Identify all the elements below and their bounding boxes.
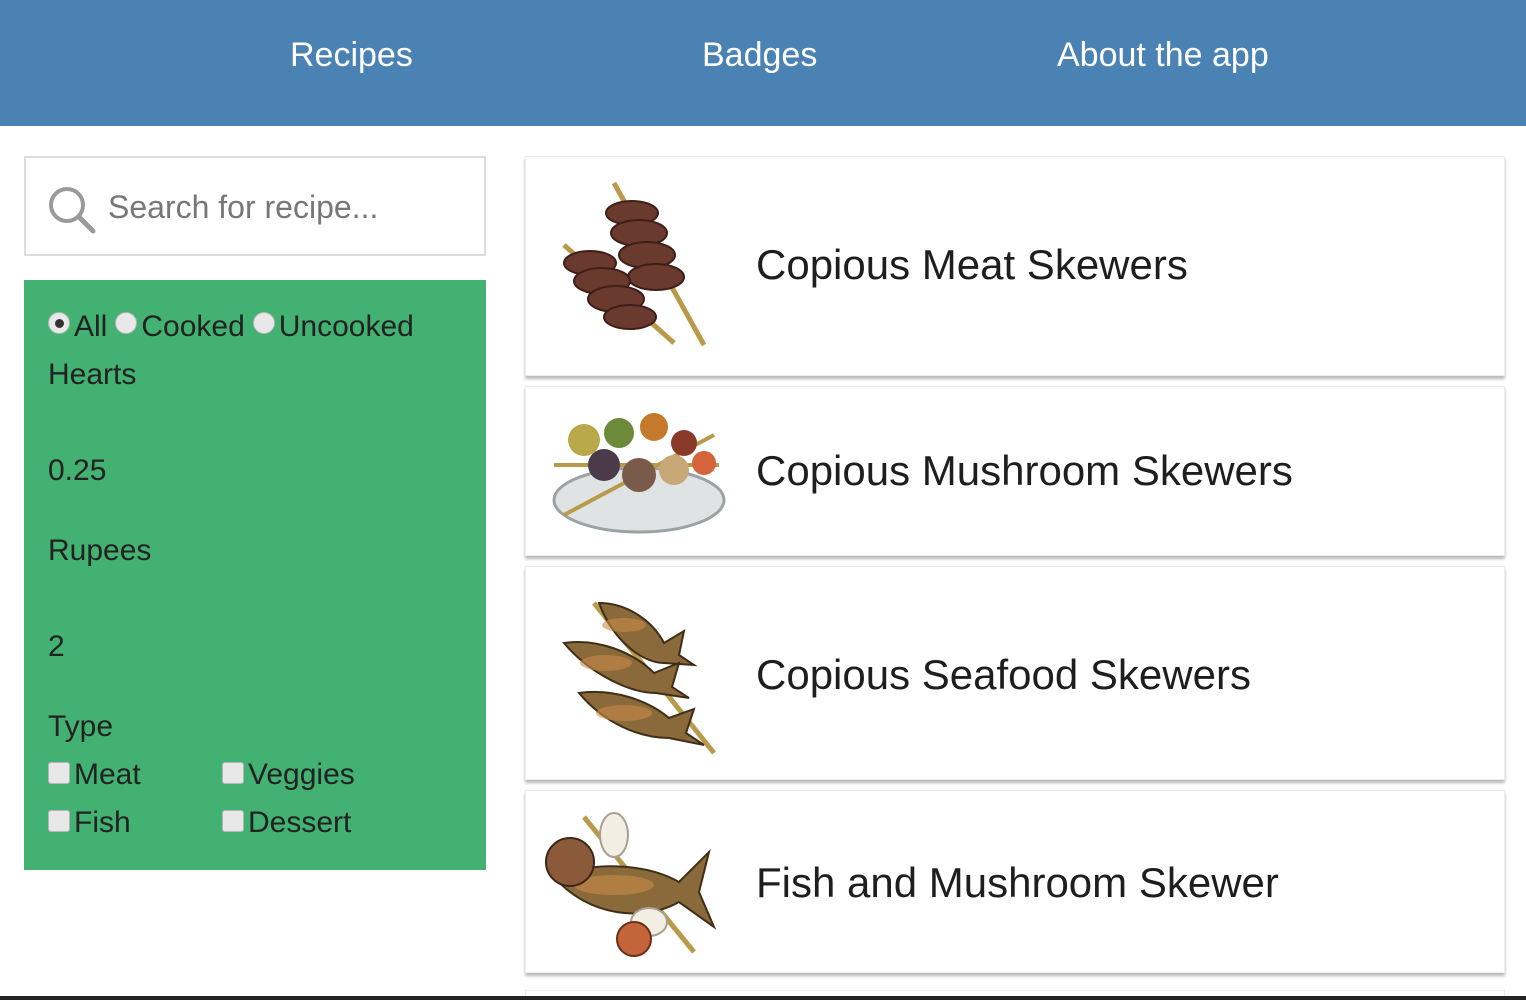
dessert-checkbox[interactable] — [222, 810, 244, 832]
radio-all[interactable] — [48, 312, 70, 334]
fish-checkbox[interactable] — [48, 810, 70, 832]
search-input[interactable] — [108, 186, 468, 228]
mushroom-skewers-image — [552, 413, 726, 534]
hearts-value: 0.25 — [48, 454, 107, 487]
radio-cooked[interactable] — [115, 312, 138, 334]
radio-uncooked[interactable] — [252, 312, 275, 334]
radio-all-label: All — [74, 310, 108, 343]
cooked-filter-radios: All Cooked Uncooked — [48, 310, 422, 344]
recipe-title: Copious Mushroom Skewers — [756, 447, 1293, 494]
window-bottom-border — [0, 996, 1526, 1000]
nav-recipes-link[interactable]: Recipes — [290, 36, 413, 75]
recipe-title: Copious Seafood Skewers — [756, 651, 1251, 698]
type-dessert-option[interactable]: Dessert — [222, 806, 351, 840]
type-veggies-option[interactable]: Veggies — [222, 758, 355, 792]
nav-about-link[interactable]: About the app — [1057, 36, 1269, 75]
type-label: Type — [48, 710, 114, 743]
hearts-label: Hearts — [48, 358, 137, 391]
seafood-skewers-image — [562, 601, 716, 755]
fish-label: Fish — [74, 806, 131, 839]
type-meat-option[interactable]: Meat — [48, 758, 141, 792]
radio-uncooked-label: Uncooked — [278, 310, 414, 343]
search-icon — [49, 187, 96, 234]
search-box — [24, 156, 486, 256]
type-fish-option[interactable]: Fish — [48, 806, 131, 840]
rupees-value: 2 — [48, 630, 65, 663]
dessert-label: Dessert — [248, 806, 352, 839]
meat-label: Meat — [74, 758, 141, 791]
recipe-card[interactable]: Copious Seafood Skewers — [525, 566, 1505, 780]
meat-checkbox[interactable] — [48, 762, 70, 784]
top-nav: Recipes Badges About the app — [0, 0, 1526, 126]
nav-badges-link[interactable]: Badges — [702, 36, 817, 75]
radio-cooked-label: Cooked — [141, 310, 245, 343]
meat-skewers-image — [562, 181, 707, 347]
fish-mushroom-skewer-image — [545, 812, 717, 957]
recipe-card[interactable]: Fish and Mushroom Skewer — [525, 790, 1505, 973]
recipe-card[interactable]: Copious Mushroom Skewers — [525, 386, 1505, 556]
filter-panel: All Cooked Uncooked Hearts 0.25 Rupees 2… — [24, 280, 486, 870]
veggies-checkbox[interactable] — [222, 762, 244, 784]
rupees-label: Rupees — [48, 534, 152, 567]
veggies-label: Veggies — [248, 758, 355, 791]
recipe-card[interactable]: Copious Meat Skewers — [525, 156, 1505, 376]
recipe-title: Fish and Mushroom Skewer — [756, 859, 1279, 906]
recipe-title: Copious Meat Skewers — [756, 241, 1188, 288]
